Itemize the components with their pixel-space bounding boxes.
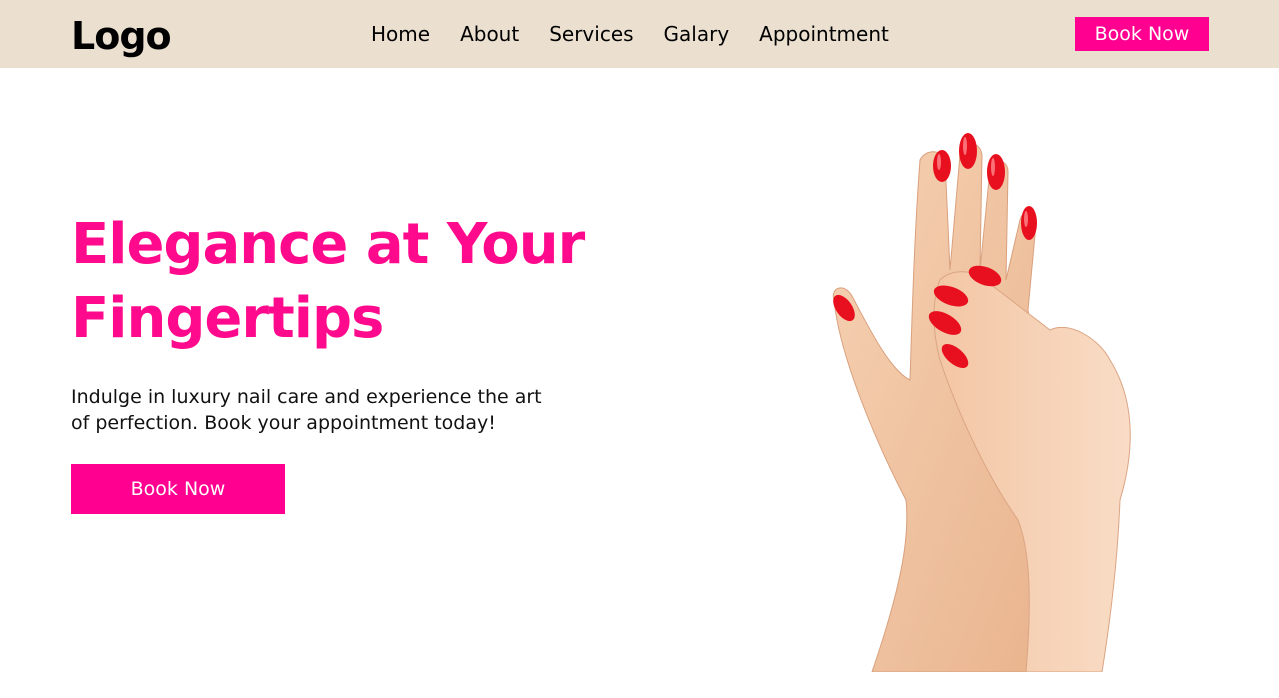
hero-title: Elegance at Your Fingertips: [71, 212, 585, 351]
nav-link-about[interactable]: About: [460, 20, 519, 48]
nav-link-home[interactable]: Home: [371, 20, 430, 48]
top-navbar: Logo Home About Services Galary Appointm…: [0, 0, 1279, 68]
nav-link-appointment[interactable]: Appointment: [759, 20, 889, 48]
hands-with-red-nails-image: [832, 133, 1131, 672]
hero-subtitle: Indulge in luxury nail care and experien…: [71, 386, 542, 434]
hero-book-now-button[interactable]: Book Now: [71, 464, 285, 514]
logo[interactable]: Logo: [71, 12, 172, 60]
nav-link-gallery[interactable]: Galary: [664, 20, 730, 48]
main-nav: Home About Services Galary Appointment: [371, 20, 889, 48]
nav-link-services[interactable]: Services: [549, 20, 633, 48]
header-book-now-button[interactable]: Book Now: [1075, 17, 1209, 51]
